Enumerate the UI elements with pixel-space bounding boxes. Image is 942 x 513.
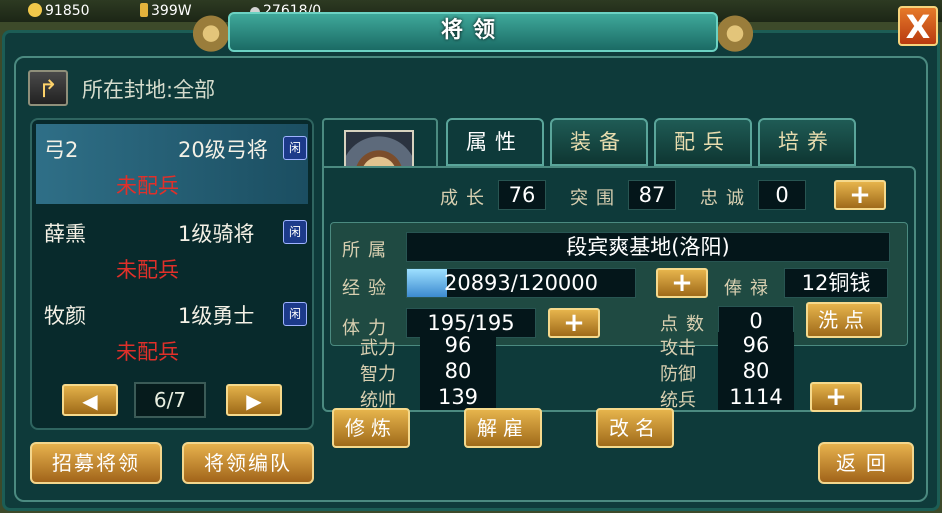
stat-value: 80 bbox=[718, 358, 794, 384]
troop-status: 未配兵 bbox=[116, 258, 179, 282]
general-row[interactable]: 弓2 20级弓将 闲 未配兵 bbox=[36, 124, 308, 204]
recruit-button[interactable]: 招募将领 bbox=[30, 442, 162, 484]
gold-coin-icon bbox=[28, 3, 42, 17]
exp-plus-button[interactable]: + bbox=[656, 268, 708, 298]
idle-badge: 闲 bbox=[283, 136, 307, 160]
stat-label: 武力 bbox=[360, 338, 396, 359]
loyalty-value: 0 bbox=[758, 180, 806, 210]
loyalty-label: 忠诚 bbox=[700, 188, 752, 209]
general-row[interactable]: 薛熏 1级骑将 闲 未配兵 bbox=[36, 208, 308, 288]
stats-plus-button[interactable]: + bbox=[810, 382, 862, 412]
general-name: 牧颜 bbox=[44, 304, 86, 328]
general-row[interactable]: 牧颜 1级勇士 闲 未配兵 bbox=[36, 290, 308, 370]
exp-label: 经验 bbox=[342, 278, 394, 299]
troop-status: 未配兵 bbox=[116, 174, 179, 198]
tab-troops[interactable]: 配兵 bbox=[654, 118, 752, 166]
wheat-icon bbox=[140, 3, 148, 17]
breakout-value: 87 bbox=[628, 180, 676, 210]
prev-page-button[interactable]: ◀ bbox=[62, 384, 118, 416]
growth-value: 76 bbox=[498, 180, 546, 210]
back-arrow-icon[interactable]: ↱ bbox=[28, 70, 68, 106]
troop-status: 未配兵 bbox=[116, 340, 179, 364]
stat-value: 96 bbox=[718, 332, 794, 358]
train-button[interactable]: 修炼 bbox=[332, 408, 410, 448]
general-name: 薛熏 bbox=[44, 222, 86, 246]
gold-resource: 91850 bbox=[28, 2, 90, 20]
idle-badge: 闲 bbox=[283, 302, 307, 326]
stat-value: 80 bbox=[420, 358, 496, 384]
general-level: 20级弓将 bbox=[178, 138, 268, 162]
belongs-label: 所属 bbox=[342, 240, 394, 261]
window-title: 将领 bbox=[228, 12, 718, 52]
stat-label: 防御 bbox=[660, 364, 696, 385]
close-button[interactable]: X bbox=[898, 6, 938, 46]
stat-label: 智力 bbox=[360, 364, 396, 385]
next-page-button[interactable]: ▶ bbox=[226, 384, 282, 416]
belongs-value: 段宾爽基地(洛阳) bbox=[406, 232, 890, 262]
tab-equipment[interactable]: 装备 bbox=[550, 118, 648, 166]
salary-value: 12铜钱 bbox=[784, 268, 888, 298]
points-label: 点数 bbox=[660, 314, 712, 335]
fief-filter[interactable]: 所在封地:全部 bbox=[82, 74, 215, 104]
dismiss-button[interactable]: 解雇 bbox=[464, 408, 542, 448]
idle-badge: 闲 bbox=[283, 220, 307, 244]
tab-attributes[interactable]: 属性 bbox=[446, 118, 544, 166]
rename-button[interactable]: 改名 bbox=[596, 408, 674, 448]
stat-value: 139 bbox=[420, 384, 496, 410]
loyalty-plus-button[interactable]: + bbox=[834, 180, 886, 210]
breakout-label: 突围 bbox=[570, 188, 622, 209]
general-level: 1级勇士 bbox=[178, 304, 255, 328]
wash-points-button[interactable]: 洗点 bbox=[806, 302, 882, 338]
page-indicator: 6/7 bbox=[134, 382, 206, 418]
tab-training[interactable]: 培养 bbox=[758, 118, 856, 166]
stat-value: 96 bbox=[420, 332, 496, 358]
general-level: 1级骑将 bbox=[178, 222, 255, 246]
stat-label: 攻击 bbox=[660, 338, 696, 359]
general-name: 弓2 bbox=[44, 138, 79, 162]
salary-label: 俸禄 bbox=[724, 278, 776, 299]
exp-value: 20893/120000 bbox=[443, 271, 599, 295]
stat-value: 1114 bbox=[718, 384, 794, 410]
formation-button[interactable]: 将领编队 bbox=[182, 442, 314, 484]
growth-label: 成长 bbox=[440, 188, 492, 209]
return-button[interactable]: 返回 bbox=[818, 442, 914, 484]
stamina-plus-button[interactable]: + bbox=[548, 308, 600, 338]
